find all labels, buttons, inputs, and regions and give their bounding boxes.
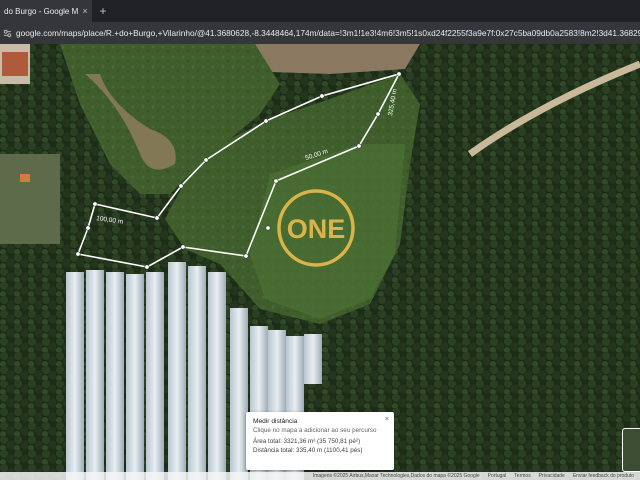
- measure-distance-card: × Medir distância Clique no mapa a adici…: [246, 412, 394, 470]
- map-footer: Imagens ©2025 Airbus,Maxar Technologies,…: [0, 472, 640, 480]
- svg-text:ONE: ONE: [287, 214, 346, 244]
- address-bar[interactable]: google.com/maps/place/R.+do+Burgo,+Vilar…: [0, 22, 640, 44]
- layers-thumbnail[interactable]: [622, 428, 640, 472]
- attribution: Imagens ©2025 Airbus,Maxar Technologies,…: [312, 473, 480, 479]
- total-distance: Distância total: 335,40 m (1100,41 pés): [253, 446, 363, 454]
- card-hint: Clique no mapa a adicionar ao seu percur…: [253, 426, 377, 434]
- feedback-link[interactable]: Enviar feedback do produto: [573, 473, 634, 479]
- card-title: Medir distância: [253, 418, 298, 425]
- terms-link[interactable]: Termos: [514, 473, 530, 479]
- site-info-icon[interactable]: [0, 22, 14, 44]
- new-tab-button[interactable]: +: [92, 4, 114, 18]
- close-icon[interactable]: ×: [385, 415, 389, 424]
- total-area: Área total: 3321,36 m² (35 750,81 pé²): [253, 438, 361, 446]
- privacy-link[interactable]: Privacidade: [539, 473, 565, 479]
- tab-title: do Burgo - Google Maps: [4, 6, 78, 16]
- close-tab-icon[interactable]: ×: [78, 6, 92, 16]
- browser-tab[interactable]: do Burgo - Google Maps ×: [0, 0, 92, 22]
- browser-tab-bar: do Burgo - Google Maps × +: [0, 0, 640, 22]
- country-label: Portugal: [487, 473, 507, 479]
- url-text[interactable]: google.com/maps/place/R.+do+Burgo,+Vilar…: [14, 28, 640, 38]
